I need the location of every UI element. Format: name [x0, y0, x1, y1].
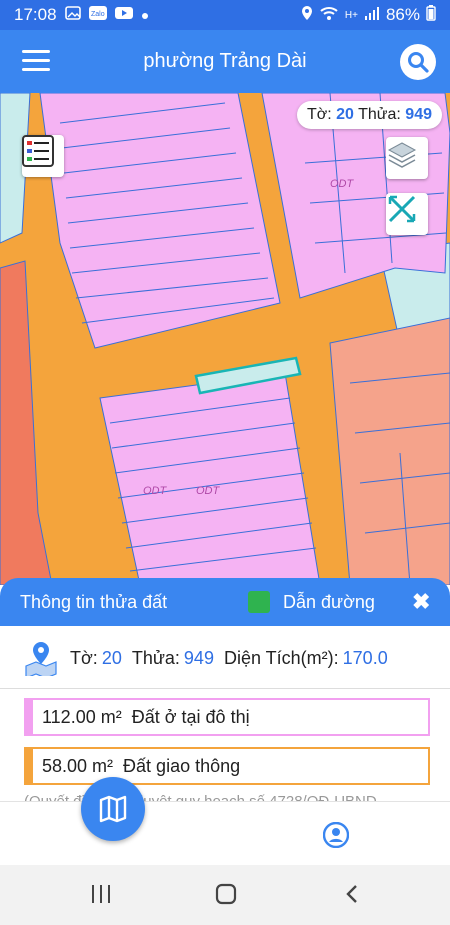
search-button[interactable]: [400, 44, 436, 80]
search-icon: [408, 52, 429, 73]
zone-label: ODT: [330, 178, 354, 190]
signal-icon: [364, 5, 380, 25]
home-icon: [215, 883, 237, 905]
measure-icon: [388, 195, 416, 223]
lot-label: Thửa:: [131, 647, 180, 668]
parcel-badge: Tờ: 20 Thửa: 949: [296, 101, 442, 129]
badge-sheet-value: 20: [336, 106, 354, 123]
battery-percent: 86%: [385, 5, 420, 24]
badge-lot-label: Thửa:: [358, 106, 401, 123]
land-use-row: 112.00 m² Đất ở tại đô thị: [24, 698, 430, 736]
badge-sheet-label: Tờ:: [306, 106, 332, 123]
sheet-label: Tờ:: [70, 647, 98, 668]
system-nav-bar: [0, 865, 450, 925]
zone-label: ODT: [196, 485, 220, 497]
badge-lot-value: 949: [405, 106, 432, 123]
area-value: 170.0: [342, 647, 388, 668]
status-time: 17:08: [14, 5, 57, 24]
divider: [0, 688, 450, 689]
land-use-color: [24, 698, 33, 736]
home-button[interactable]: [215, 883, 237, 910]
measure-button[interactable]: [386, 193, 428, 235]
location-pin-icon: [25, 642, 57, 676]
app-bar: phường Trảng Dài: [0, 30, 450, 93]
svg-text:Zalo: Zalo: [91, 11, 105, 18]
back-button[interactable]: [342, 883, 364, 910]
layers-icon: [22, 135, 54, 167]
battery-icon: [426, 4, 436, 26]
user-button[interactable]: [322, 821, 350, 849]
land-use-area: 112.00 m²: [42, 706, 122, 727]
recent-apps-button[interactable]: [90, 883, 112, 910]
land-use-row: 58.00 m² Đất giao thông: [24, 747, 430, 785]
land-use-color: [24, 747, 33, 785]
bottom-nav: [0, 801, 450, 865]
info-panel-title: Thông tin thửa đất: [20, 592, 168, 612]
zalo-icon: Zalo: [88, 5, 107, 25]
area-label: Diện Tích(m²):: [223, 647, 339, 668]
back-icon: [346, 885, 357, 903]
youtube-icon: [114, 5, 133, 25]
cadastral-map[interactable]: Tờ: 20 Thửa: 949 ODT ODT ODT: [0, 93, 450, 585]
info-panel-body: Tờ: 20 Thửa: 949 Diện Tích(m²): 170.0 11…: [0, 626, 450, 810]
directions-icon[interactable]: [248, 591, 270, 613]
app-title: phường Trảng Dài: [143, 50, 307, 72]
user-icon: [322, 821, 350, 849]
dot-icon: [141, 5, 149, 25]
stack-icon: [387, 142, 417, 168]
status-bar: 17:08 Zalo H+ 86%: [0, 0, 450, 30]
land-use-name: Đất ở tại đô thị: [131, 706, 250, 727]
land-use-area: 58.00 m²: [42, 755, 114, 776]
zone-label: ODT: [143, 485, 167, 497]
parcel-summary: Tờ: 20 Thửa: 949 Diện Tích(m²): 170.0: [22, 638, 388, 678]
location-status-icon: [301, 5, 313, 26]
map-button[interactable]: [81, 777, 145, 841]
network-type: H+: [344, 9, 358, 21]
map-icon: [99, 795, 127, 823]
map-canvas[interactable]: [0, 93, 450, 585]
lot-value: 949: [183, 647, 214, 668]
wifi-icon: [319, 5, 339, 26]
layers-button[interactable]: [22, 135, 64, 177]
info-panel-header: Thông tin thửa đất Dẫn đường ✖: [0, 578, 450, 626]
gallery-icon: [64, 5, 81, 25]
sheet-value: 20: [101, 647, 122, 668]
land-use-name: Đất giao thông: [123, 755, 241, 776]
base-layer-button[interactable]: [386, 137, 428, 179]
close-button[interactable]: ✖: [412, 589, 430, 615]
directions-button[interactable]: Dẫn đường: [283, 592, 375, 613]
recent-apps-icon: [92, 885, 110, 903]
